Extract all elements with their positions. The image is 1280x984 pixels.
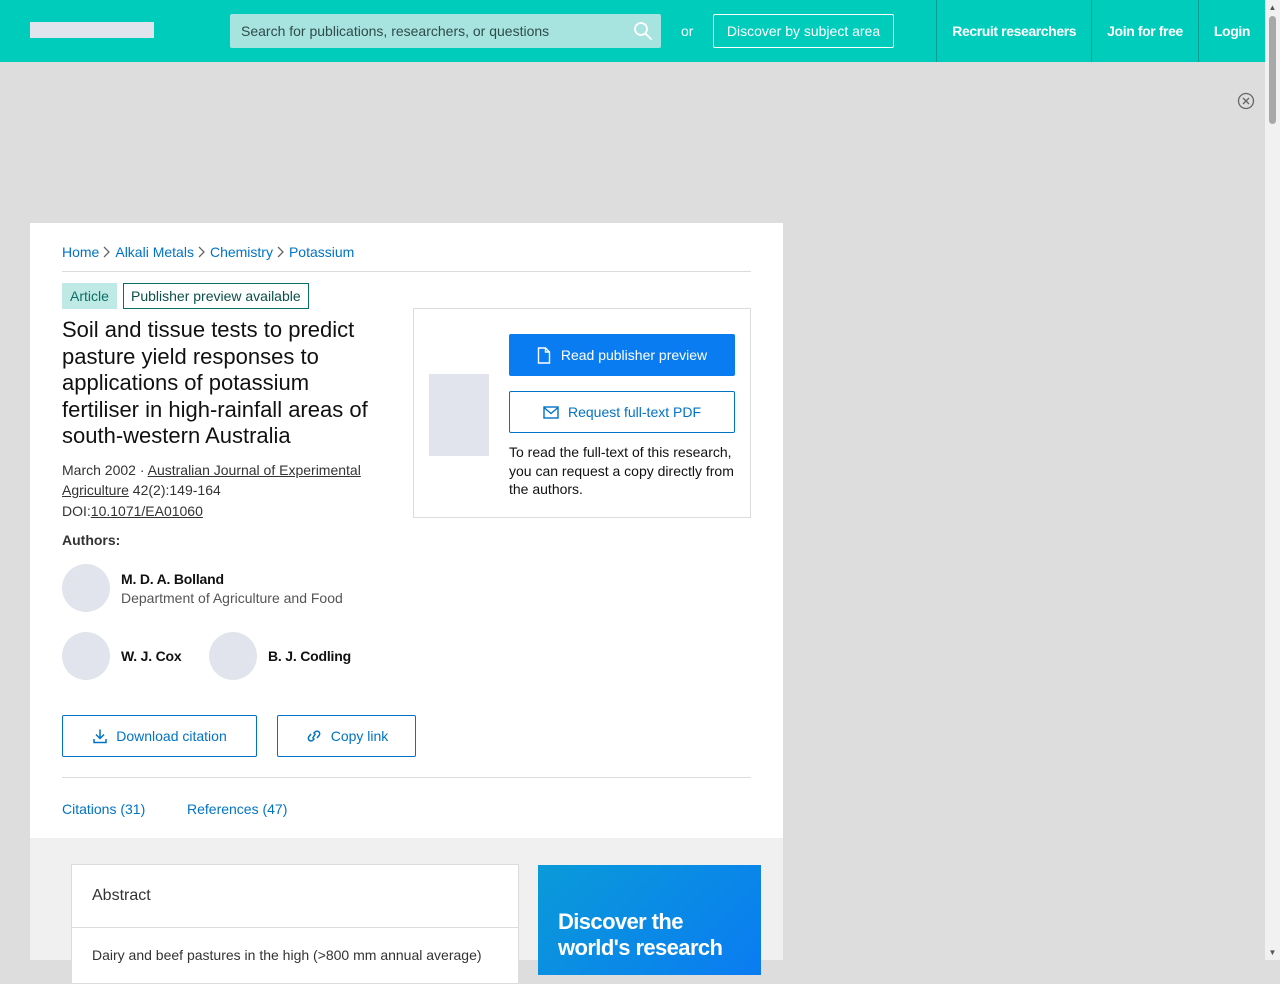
nav-links: Recruit researchers Join for free Login — [936, 0, 1265, 62]
tab-citations[interactable]: Citations (31) — [62, 801, 145, 817]
close-circle-icon[interactable] — [1237, 92, 1255, 110]
page-scrollbar[interactable]: ▲ ▼ — [1265, 0, 1280, 960]
publication-card: Home Alkali Metals Chemistry Potassium A… — [30, 223, 783, 838]
author-name[interactable]: M. D. A. Bolland — [121, 571, 343, 587]
breadcrumb-potassium[interactable]: Potassium — [289, 244, 354, 260]
preview-thumbnail[interactable] — [429, 374, 489, 456]
scroll-thumb[interactable] — [1269, 16, 1276, 124]
content-section: Abstract Dairy and beef pastures in the … — [30, 838, 783, 984]
read-preview-label: Read publisher preview — [560, 347, 708, 363]
full-text-panel: Read publisher preview Request full-text… — [413, 308, 751, 518]
scroll-up-arrow[interactable]: ▲ — [1265, 0, 1280, 15]
author-item[interactable]: B. J. Codling — [209, 632, 351, 680]
journal-issue: 42(2):149-164 — [128, 482, 221, 498]
author-item[interactable]: M. D. A. Bolland Department of Agricultu… — [62, 564, 343, 612]
preview-available-badge: Publisher preview available — [123, 283, 309, 309]
or-label: or — [681, 23, 694, 39]
avatar[interactable] — [62, 564, 110, 612]
doi-link[interactable]: 10.1071/EA01060 — [91, 503, 203, 519]
mail-icon — [543, 405, 559, 419]
read-publisher-preview-button[interactable]: Read publisher preview — [509, 334, 735, 376]
abstract-heading: Abstract — [92, 887, 151, 904]
breadcrumb: Home Alkali Metals Chemistry Potassium — [62, 244, 354, 260]
top-bar: or Discover by subject area Recruit rese… — [0, 0, 1265, 62]
publication-date: March 2002 — [62, 462, 136, 478]
chevron-right-icon — [103, 246, 111, 258]
discover-subject-button[interactable]: Discover by subject area — [713, 14, 894, 48]
divider — [72, 927, 518, 928]
promo-banner[interactable]: Discover the world's research — [538, 865, 761, 975]
doi-line: DOI:10.1071/EA01060 — [62, 503, 203, 519]
abstract-text: Dairy and beef pastures in the high (>80… — [92, 947, 482, 963]
chevron-right-icon — [198, 246, 205, 258]
divider — [62, 271, 751, 272]
promo-text: Discover the world's research — [558, 909, 723, 960]
abstract-card: Abstract Dairy and beef pastures in the … — [71, 864, 519, 984]
meta-separator: · — [135, 462, 148, 478]
breadcrumb-home[interactable]: Home — [62, 244, 99, 260]
logo[interactable] — [30, 22, 154, 38]
copy-link-button[interactable]: Copy link — [277, 715, 416, 757]
download-citation-label: Download citation — [116, 728, 227, 744]
publication-meta: March 2002 · Australian Journal of Exper… — [62, 460, 382, 500]
request-full-text-button[interactable]: Request full-text PDF — [509, 391, 735, 433]
avatar[interactable] — [62, 632, 110, 680]
article-type-badge: Article — [62, 283, 117, 309]
file-icon — [537, 346, 551, 364]
search-input[interactable] — [230, 14, 661, 48]
author-affiliation: Department of Agriculture and Food — [121, 589, 343, 606]
search-box[interactable] — [230, 14, 661, 48]
copy-link-label: Copy link — [330, 728, 389, 744]
breadcrumb-alkali-metals[interactable]: Alkali Metals — [115, 244, 194, 260]
download-citation-button[interactable]: Download citation — [62, 715, 257, 757]
chevron-right-icon — [277, 246, 284, 258]
author-name[interactable]: B. J. Codling — [268, 648, 351, 664]
author-name[interactable]: W. J. Cox — [121, 648, 182, 664]
doi-label: DOI: — [62, 503, 91, 519]
scroll-down-arrow[interactable]: ▼ — [1265, 945, 1280, 960]
join-for-free-link[interactable]: Join for free — [1091, 0, 1198, 62]
avatar[interactable] — [209, 632, 257, 680]
divider — [62, 777, 751, 778]
request-note: To read the full-text of this research, … — [509, 444, 734, 497]
login-link[interactable]: Login — [1197, 0, 1265, 62]
link-icon — [307, 730, 321, 742]
tab-references[interactable]: References (47) — [187, 801, 287, 817]
download-icon — [93, 729, 107, 744]
author-item[interactable]: W. J. Cox — [62, 632, 182, 680]
breadcrumb-chemistry[interactable]: Chemistry — [210, 244, 273, 260]
authors-label: Authors: — [62, 532, 121, 548]
recruit-researchers-link[interactable]: Recruit researchers — [936, 0, 1091, 62]
page-title: Soil and tissue tests to predict pasture… — [62, 317, 368, 448]
search-icon[interactable] — [633, 21, 653, 41]
request-pdf-label: Request full-text PDF — [567, 404, 702, 420]
